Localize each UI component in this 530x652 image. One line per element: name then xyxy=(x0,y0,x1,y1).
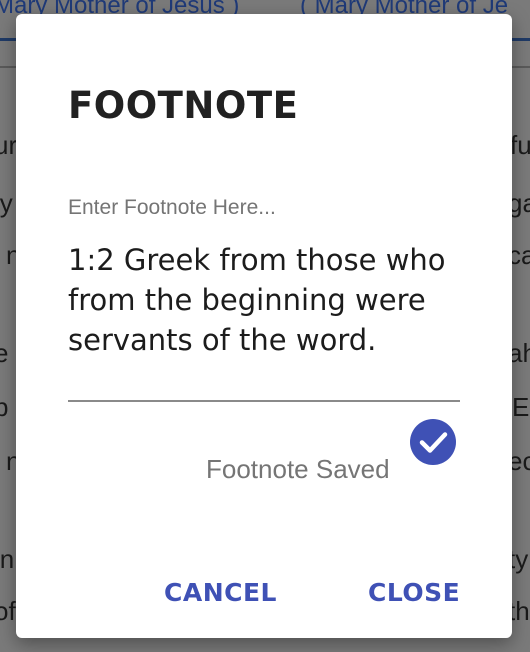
cancel-button[interactable]: CANCEL xyxy=(164,578,277,607)
background-text-fragment: p xyxy=(0,392,9,422)
background-text-fragment: fu xyxy=(510,130,530,160)
footnote-input-underline xyxy=(68,400,460,402)
background-text-fragment: of xyxy=(0,596,16,626)
footnote-saved-status: Footnote Saved xyxy=(206,454,390,484)
footnote-input-label: Enter Footnote Here... xyxy=(68,196,276,219)
close-button[interactable]: CLOSE xyxy=(368,578,460,607)
background-text-fragment: E xyxy=(512,392,530,422)
background-text-fragment: ly xyxy=(0,188,13,218)
background-text-fragment: e xyxy=(0,338,9,368)
dialog-title: FOOTNOTE xyxy=(68,84,299,127)
background-text-fragment: ur xyxy=(0,130,18,160)
check-circle-icon xyxy=(410,419,456,465)
footnote-input[interactable]: 1:2 Greek from those who from the beginn… xyxy=(68,240,460,360)
footnote-dialog: FOOTNOTE Enter Footnote Here... 1:2 Gree… xyxy=(16,14,512,638)
background-text-fragment: in xyxy=(0,544,15,574)
